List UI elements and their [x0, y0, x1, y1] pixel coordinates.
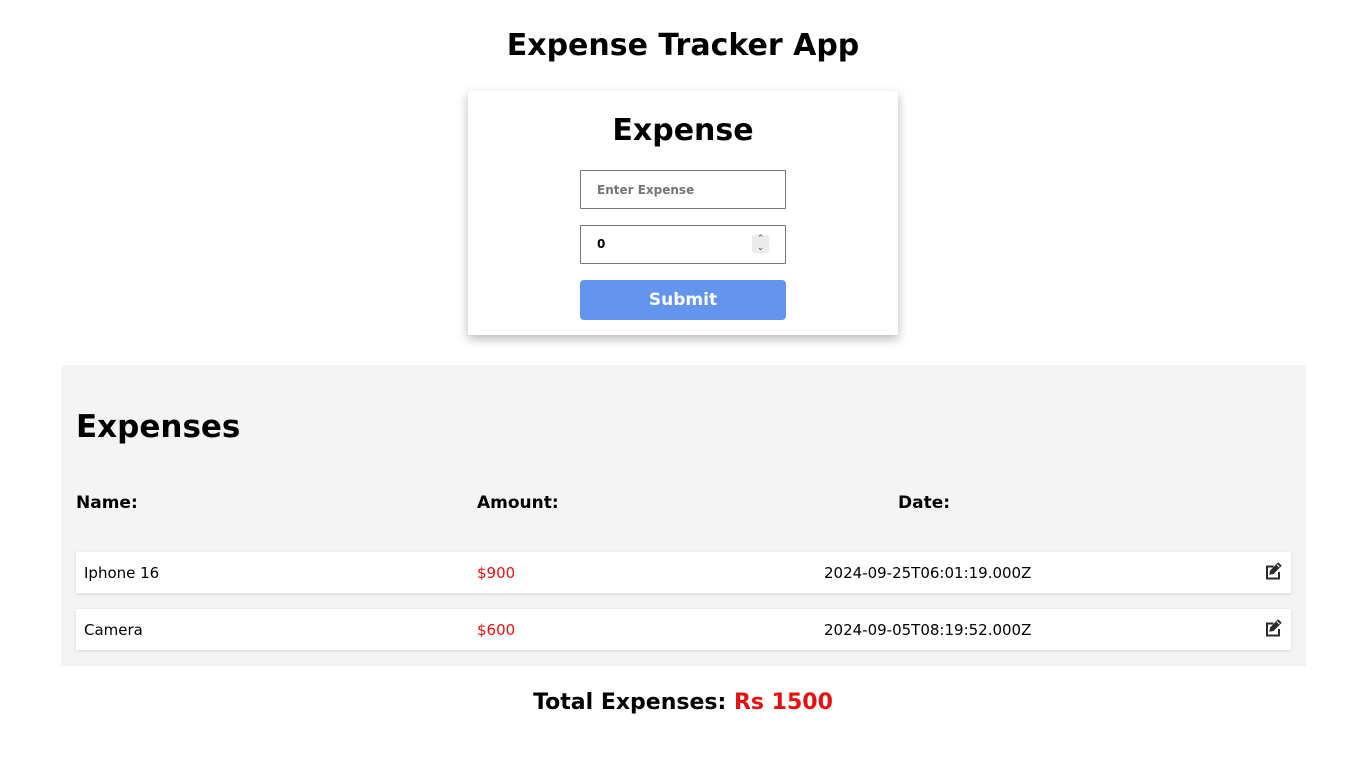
expense-date: 2024-09-05T08:19:52.000Z — [824, 621, 1032, 639]
amount-value: 0 — [597, 237, 606, 251]
total-label: Total Expenses: — [533, 690, 734, 715]
total-value: Rs 1500 — [733, 690, 833, 715]
total-expenses: Total Expenses: Rs 1500 — [0, 688, 1366, 718]
header-amount: Amount: — [477, 493, 559, 513]
expenses-panel: Expenses Name: Amount: Date: Iphone 16 $… — [61, 365, 1306, 666]
expense-date: 2024-09-25T06:01:19.000Z — [824, 564, 1032, 582]
app-title: Expense Tracker App — [506, 28, 860, 63]
edit-icon[interactable] — [1263, 618, 1283, 638]
expense-amount-input[interactable]: 0 ⌃ ⌄ — [580, 225, 786, 264]
expense-amount: $600 — [477, 621, 516, 639]
expense-name: Camera — [84, 621, 143, 639]
header-date: Date: — [898, 493, 951, 513]
form-title: Expense — [612, 113, 754, 148]
chevron-down-icon[interactable]: ⌄ — [752, 244, 769, 253]
expense-row: Iphone 16 $900 2024-09-25T06:01:19.000Z — [76, 552, 1291, 593]
header-name: Name: — [76, 493, 138, 513]
expense-name-input[interactable] — [580, 170, 786, 209]
expense-name: Iphone 16 — [84, 564, 160, 582]
edit-icon[interactable] — [1263, 561, 1283, 581]
number-spinner[interactable]: ⌃ ⌄ — [752, 235, 769, 253]
expense-row: Camera $600 2024-09-05T08:19:52.000Z — [76, 609, 1291, 650]
submit-button[interactable]: Submit — [580, 280, 786, 320]
expense-amount: $900 — [477, 564, 516, 582]
expenses-title: Expenses — [76, 409, 241, 445]
expense-form-card: Expense 0 ⌃ ⌄ Submit — [468, 91, 898, 335]
